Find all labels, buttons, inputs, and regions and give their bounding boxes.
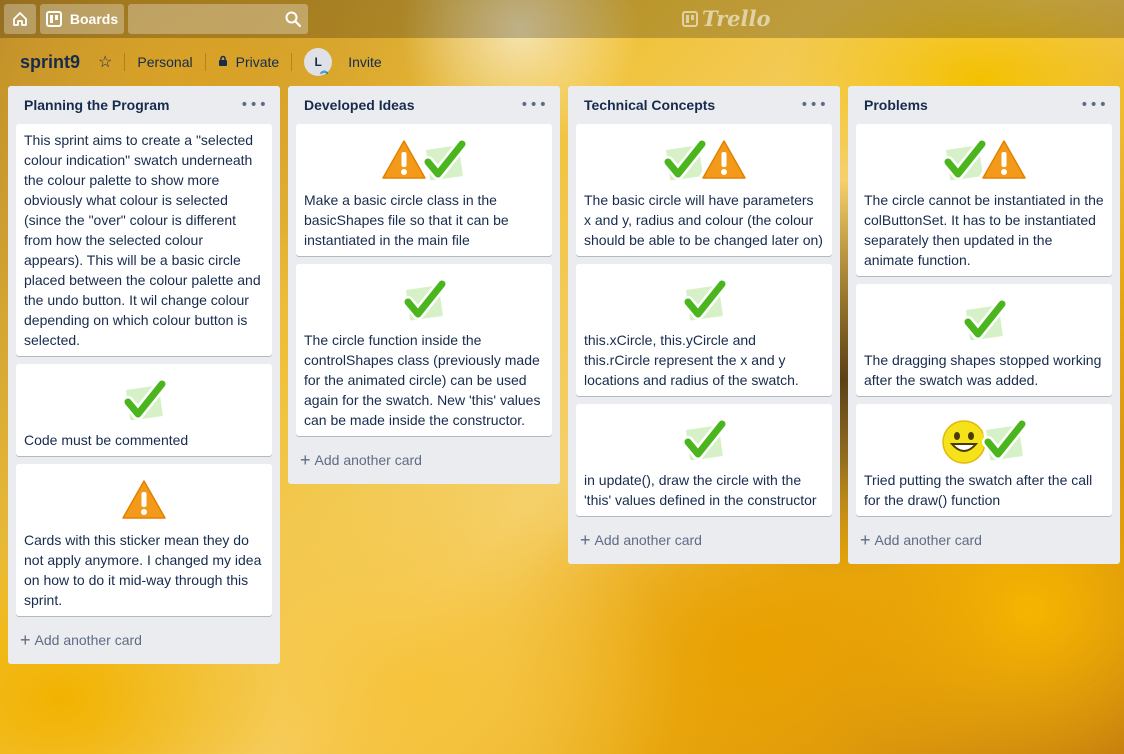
card-stickers	[304, 130, 544, 190]
check-icon	[676, 412, 732, 468]
plus-icon: +	[580, 530, 591, 550]
card-stickers	[24, 370, 264, 430]
card[interactable]: this.xCircle, this.yCircle and this.rCir…	[576, 264, 832, 396]
card-text: this.xCircle, this.yCircle and this.rCir…	[584, 332, 799, 388]
check-icon	[976, 412, 1032, 468]
check-icon	[116, 372, 172, 428]
logo-text: Trello	[702, 6, 771, 31]
add-card-label: Add another card	[874, 532, 982, 548]
top-nav-bar: Boards Trello	[0, 0, 1124, 38]
check-icon	[676, 272, 732, 328]
visibility-label: Private	[235, 54, 280, 70]
add-card-label: Add another card	[34, 632, 142, 648]
card[interactable]: Cards with this sticker mean they do not…	[16, 464, 272, 616]
add-card-button[interactable]: + Add another card	[856, 524, 1112, 556]
card[interactable]: The circle function inside the controlSh…	[296, 264, 552, 436]
card-text: Cards with this sticker mean they do not…	[24, 532, 262, 608]
card-stickers	[584, 270, 824, 330]
add-card-button[interactable]: + Add another card	[576, 524, 832, 556]
check-icon	[396, 272, 452, 328]
list: Developed Ideas ••• Make a basic circle cl…	[288, 86, 560, 484]
warning-icon	[976, 132, 1032, 188]
board-title[interactable]: sprint9	[20, 52, 80, 73]
avatar[interactable]: L ︽	[304, 48, 333, 76]
invite-button[interactable]: Invite	[348, 54, 381, 70]
card-stickers	[584, 410, 824, 470]
list-menu-icon[interactable]: •••	[240, 97, 268, 113]
card-text: Tried putting the swatch after the call …	[864, 472, 1093, 508]
trello-logo[interactable]: Trello	[682, 6, 771, 31]
card-stickers	[24, 470, 264, 530]
card-stickers	[304, 270, 544, 330]
list-menu-icon[interactable]: •••	[1080, 97, 1108, 113]
board-header: sprint9 ☆ Personal Private L ︽ Invite	[0, 38, 1124, 86]
list-header: Problems •••	[856, 86, 1112, 124]
plus-icon: +	[860, 530, 871, 550]
card[interactable]: The circle cannot be instantiated in the…	[856, 124, 1112, 276]
card[interactable]: in update(), draw the circle with the 't…	[576, 404, 832, 516]
card-text: Code must be commented	[24, 432, 189, 448]
divider	[291, 53, 293, 71]
list: Planning the Program ••• This sprint aims …	[8, 86, 280, 664]
card-text: The circle function inside the controlSh…	[304, 332, 541, 428]
card-text: in update(), draw the circle with the 't…	[584, 472, 817, 508]
warning-icon	[696, 132, 752, 188]
check-icon	[956, 292, 1012, 348]
card-text: Make a basic circle class in the basicSh…	[304, 192, 509, 248]
boards-icon	[45, 11, 62, 27]
list-header: Planning the Program •••	[16, 86, 272, 124]
visibility-button[interactable]: Private	[218, 54, 280, 70]
search-input[interactable]	[128, 4, 308, 34]
list-title[interactable]: Developed Ideas	[304, 97, 415, 113]
list-header: Technical Concepts •••	[576, 86, 832, 124]
list: Problems ••• The circle cannot be instanti…	[848, 86, 1120, 564]
home-icon	[13, 12, 27, 26]
divider	[204, 53, 206, 71]
home-button[interactable]	[4, 4, 36, 34]
plus-icon: +	[300, 450, 311, 470]
list-header: Developed Ideas •••	[296, 86, 552, 124]
card[interactable]: The dragging shapes stopped working afte…	[856, 284, 1112, 396]
team-button[interactable]: Personal	[137, 54, 192, 70]
card-text: This sprint aims to create a "selected c…	[24, 132, 261, 348]
boards-button[interactable]: Boards	[40, 4, 124, 34]
add-card-label: Add another card	[314, 452, 422, 468]
card-stickers	[584, 130, 824, 190]
card[interactable]: Tried putting the swatch after the call …	[856, 404, 1112, 516]
add-card-button[interactable]: + Add another card	[296, 444, 552, 476]
search-icon	[285, 11, 302, 28]
trello-logo-icon	[682, 10, 698, 27]
check-icon	[416, 132, 472, 188]
list: Technical Concepts ••• The basic circle wi…	[568, 86, 840, 564]
plus-icon: +	[20, 630, 31, 650]
list-title[interactable]: Planning the Program	[24, 97, 169, 113]
list-menu-icon[interactable]: •••	[800, 97, 828, 113]
lock-icon	[218, 55, 227, 66]
list-menu-icon[interactable]: •••	[520, 97, 548, 113]
list-title[interactable]: Problems	[864, 97, 928, 113]
card-stickers	[864, 290, 1104, 350]
card[interactable]: This sprint aims to create a "selected c…	[16, 124, 272, 356]
warning-icon	[116, 472, 172, 528]
card[interactable]: Code must be commented	[16, 364, 272, 456]
boards-label: Boards	[69, 11, 119, 27]
card[interactable]: The basic circle will have parameters x …	[576, 124, 832, 256]
card-text: The circle cannot be instantiated in the…	[864, 192, 1104, 268]
chevron-up-icon: ︽	[320, 66, 329, 75]
list-title[interactable]: Technical Concepts	[584, 97, 715, 113]
card-text: The dragging shapes stopped working afte…	[864, 352, 1102, 388]
card-text: The basic circle will have parameters x …	[584, 192, 823, 248]
add-card-label: Add another card	[594, 532, 702, 548]
card-stickers	[864, 410, 1104, 470]
card[interactable]: Make a basic circle class in the basicSh…	[296, 124, 552, 256]
star-icon[interactable]: ☆	[98, 52, 112, 72]
divider	[124, 53, 126, 71]
add-card-button[interactable]: + Add another card	[16, 624, 272, 656]
card-stickers	[864, 130, 1104, 190]
